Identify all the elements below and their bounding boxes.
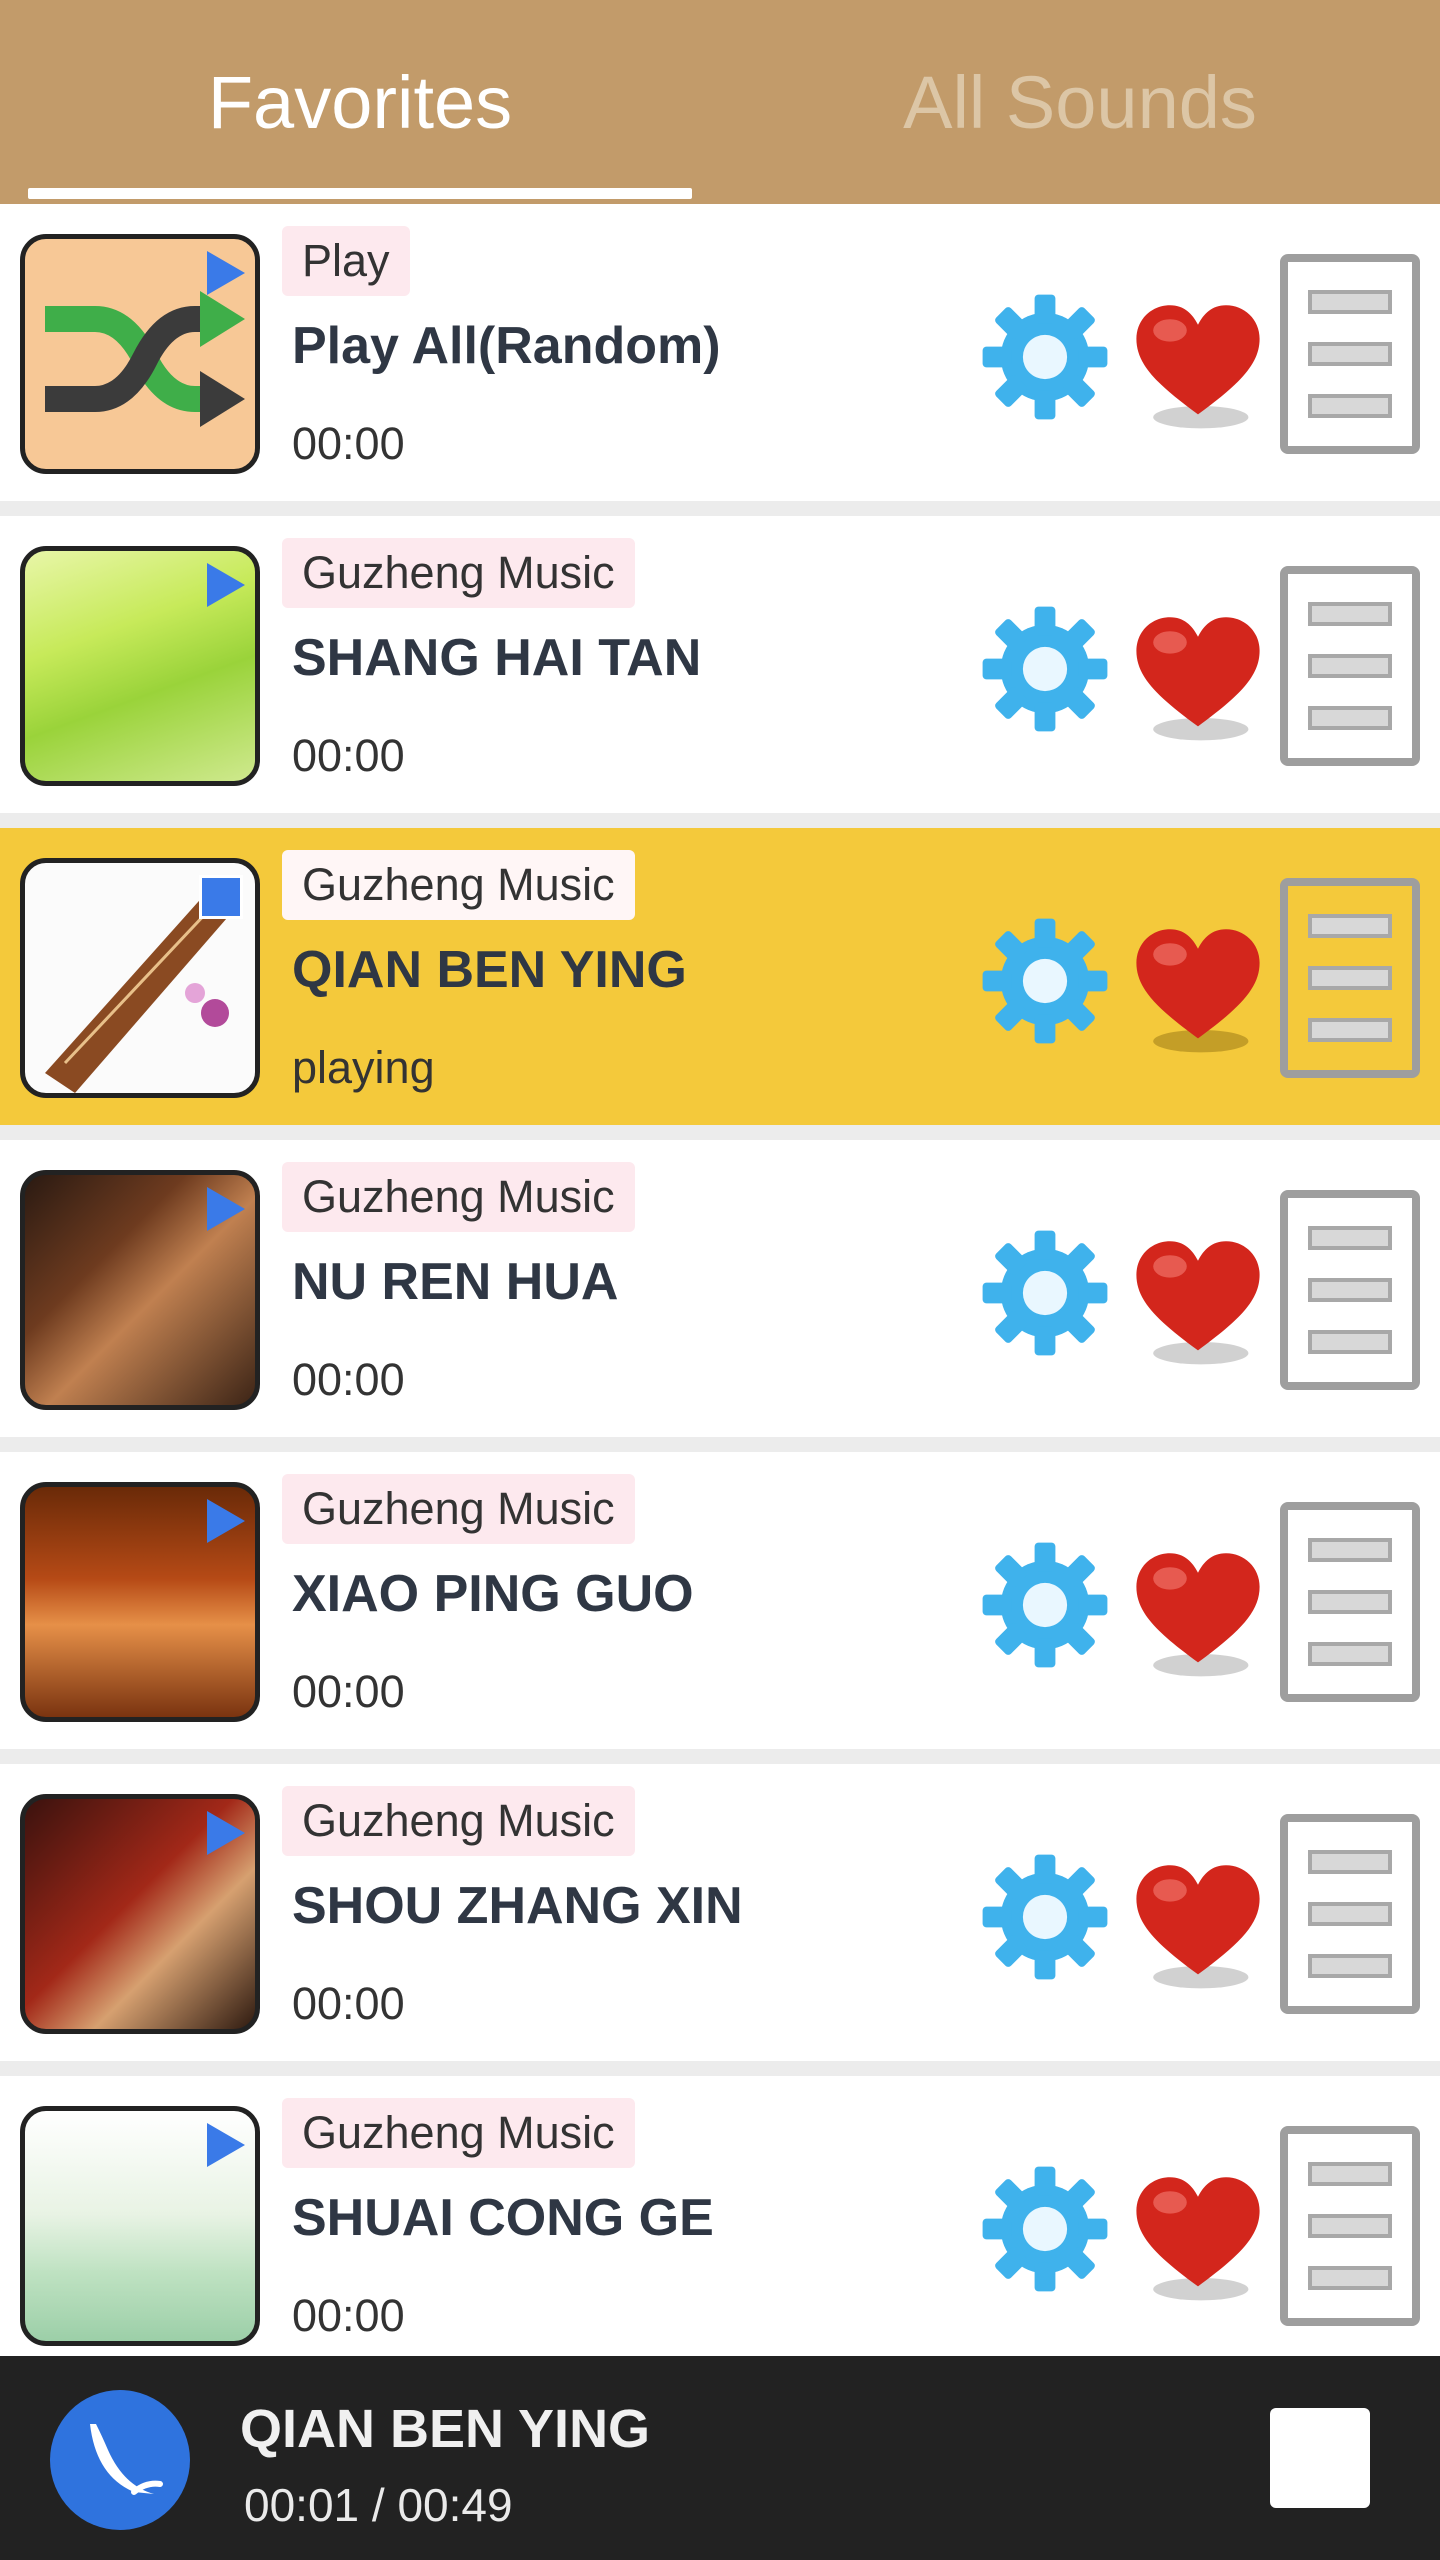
stop-button[interactable] xyxy=(1270,2408,1370,2508)
gear-icon[interactable] xyxy=(980,1228,1110,1358)
sound-title: SHOU ZHANG XIN xyxy=(292,1877,743,1935)
play-overlay-icon xyxy=(207,251,245,295)
play-overlay-icon xyxy=(207,1499,245,1543)
sound-title: SHANG HAI TAN xyxy=(292,629,702,687)
list-item-sound[interactable]: Guzheng Music SHOU ZHANG XIN 00:00 xyxy=(0,1764,1440,2061)
stop-overlay-icon xyxy=(199,875,243,919)
gear-icon[interactable] xyxy=(980,604,1110,734)
guzheng-image xyxy=(20,1794,260,2034)
play-overlay-icon xyxy=(207,1187,245,1231)
music-note-icon xyxy=(90,2424,163,2495)
sound-title: XIAO PING GUO xyxy=(292,1565,694,1623)
guzheng-image xyxy=(20,2106,260,2346)
guzheng-image xyxy=(20,858,260,1098)
tab-bar: Favorites All Sounds xyxy=(0,0,1440,204)
heart-icon[interactable] xyxy=(1128,918,1268,1058)
mini-player: QIAN BEN YING 00:01 / 00:49 xyxy=(0,2356,1440,2560)
list-item-sound-playing[interactable]: Guzheng Music QIAN BEN YING playing xyxy=(0,828,1440,1125)
play-overlay-icon xyxy=(207,2123,245,2167)
category-tag: Guzheng Music xyxy=(282,1474,635,1544)
menu-icon[interactable] xyxy=(1280,254,1420,454)
play-overlay-icon xyxy=(207,1811,245,1855)
sound-status: playing xyxy=(292,1042,435,1093)
sound-title: SHUAI CONG GE xyxy=(292,2189,714,2247)
gear-icon[interactable] xyxy=(980,292,1110,422)
gear-icon[interactable] xyxy=(980,2164,1110,2294)
guzheng-image xyxy=(20,1170,260,1410)
sound-title: NU REN HUA xyxy=(292,1253,619,1311)
category-tag: Guzheng Music xyxy=(282,538,635,608)
heart-icon[interactable] xyxy=(1128,1230,1268,1370)
heart-icon[interactable] xyxy=(1128,1854,1268,1994)
menu-icon[interactable] xyxy=(1280,878,1420,1078)
sound-time: 00:00 xyxy=(292,2290,405,2341)
menu-icon[interactable] xyxy=(1280,1190,1420,1390)
menu-icon[interactable] xyxy=(1280,566,1420,766)
shuffle-thumbnail xyxy=(20,234,260,474)
menu-icon[interactable] xyxy=(1280,2126,1420,2326)
sound-time: 00:00 xyxy=(292,1666,405,1717)
list-item-sound[interactable]: Guzheng Music NU REN HUA 00:00 xyxy=(0,1140,1440,1437)
gear-icon[interactable] xyxy=(980,916,1110,1046)
sound-time: 00:00 xyxy=(292,1354,405,1405)
tab-all-sounds[interactable]: All Sounds xyxy=(720,0,1440,204)
guzheng-image xyxy=(20,1482,260,1722)
gear-icon[interactable] xyxy=(980,1852,1110,1982)
sound-time: 00:00 xyxy=(292,1978,405,2029)
menu-icon[interactable] xyxy=(1280,1502,1420,1702)
play-overlay-icon xyxy=(207,563,245,607)
category-tag: Guzheng Music xyxy=(282,850,635,920)
player-elapsed-duration: 00:01 / 00:49 xyxy=(244,2479,513,2531)
sound-title: Play All(Random) xyxy=(292,317,721,375)
sound-time: 00:00 xyxy=(292,418,405,469)
menu-icon[interactable] xyxy=(1280,1814,1420,2014)
category-tag: Play xyxy=(282,226,410,296)
list-item-sound[interactable]: Guzheng Music XIAO PING GUO 00:00 xyxy=(0,1452,1440,1749)
heart-icon[interactable] xyxy=(1128,1542,1268,1682)
sound-time: 00:00 xyxy=(292,730,405,781)
gear-icon[interactable] xyxy=(980,1540,1110,1670)
list-item-sound[interactable]: Guzheng Music SHUAI CONG GE 00:00 xyxy=(0,2076,1440,2356)
category-tag: Guzheng Music xyxy=(282,1786,635,1856)
list-item-sound[interactable]: Guzheng Music SHANG HAI TAN 00:00 xyxy=(0,516,1440,813)
guzheng-image xyxy=(20,546,260,786)
player-track-title: QIAN BEN YING xyxy=(240,2399,651,2459)
player-artwork[interactable] xyxy=(50,2390,190,2530)
category-tag: Guzheng Music xyxy=(282,2098,635,2168)
tab-selected-indicator xyxy=(28,188,692,199)
heart-icon[interactable] xyxy=(1128,294,1268,434)
heart-icon[interactable] xyxy=(1128,606,1268,746)
list-item-play-all[interactable]: Play Play All(Random) 00:00 xyxy=(0,204,1440,501)
category-tag: Guzheng Music xyxy=(282,1162,635,1232)
sound-list: Play Play All(Random) 00:00 Guzheng Musi… xyxy=(0,204,1440,2356)
sound-title: QIAN BEN YING xyxy=(292,941,687,999)
tab-favorites[interactable]: Favorites xyxy=(0,0,720,204)
heart-icon[interactable] xyxy=(1128,2166,1268,2306)
